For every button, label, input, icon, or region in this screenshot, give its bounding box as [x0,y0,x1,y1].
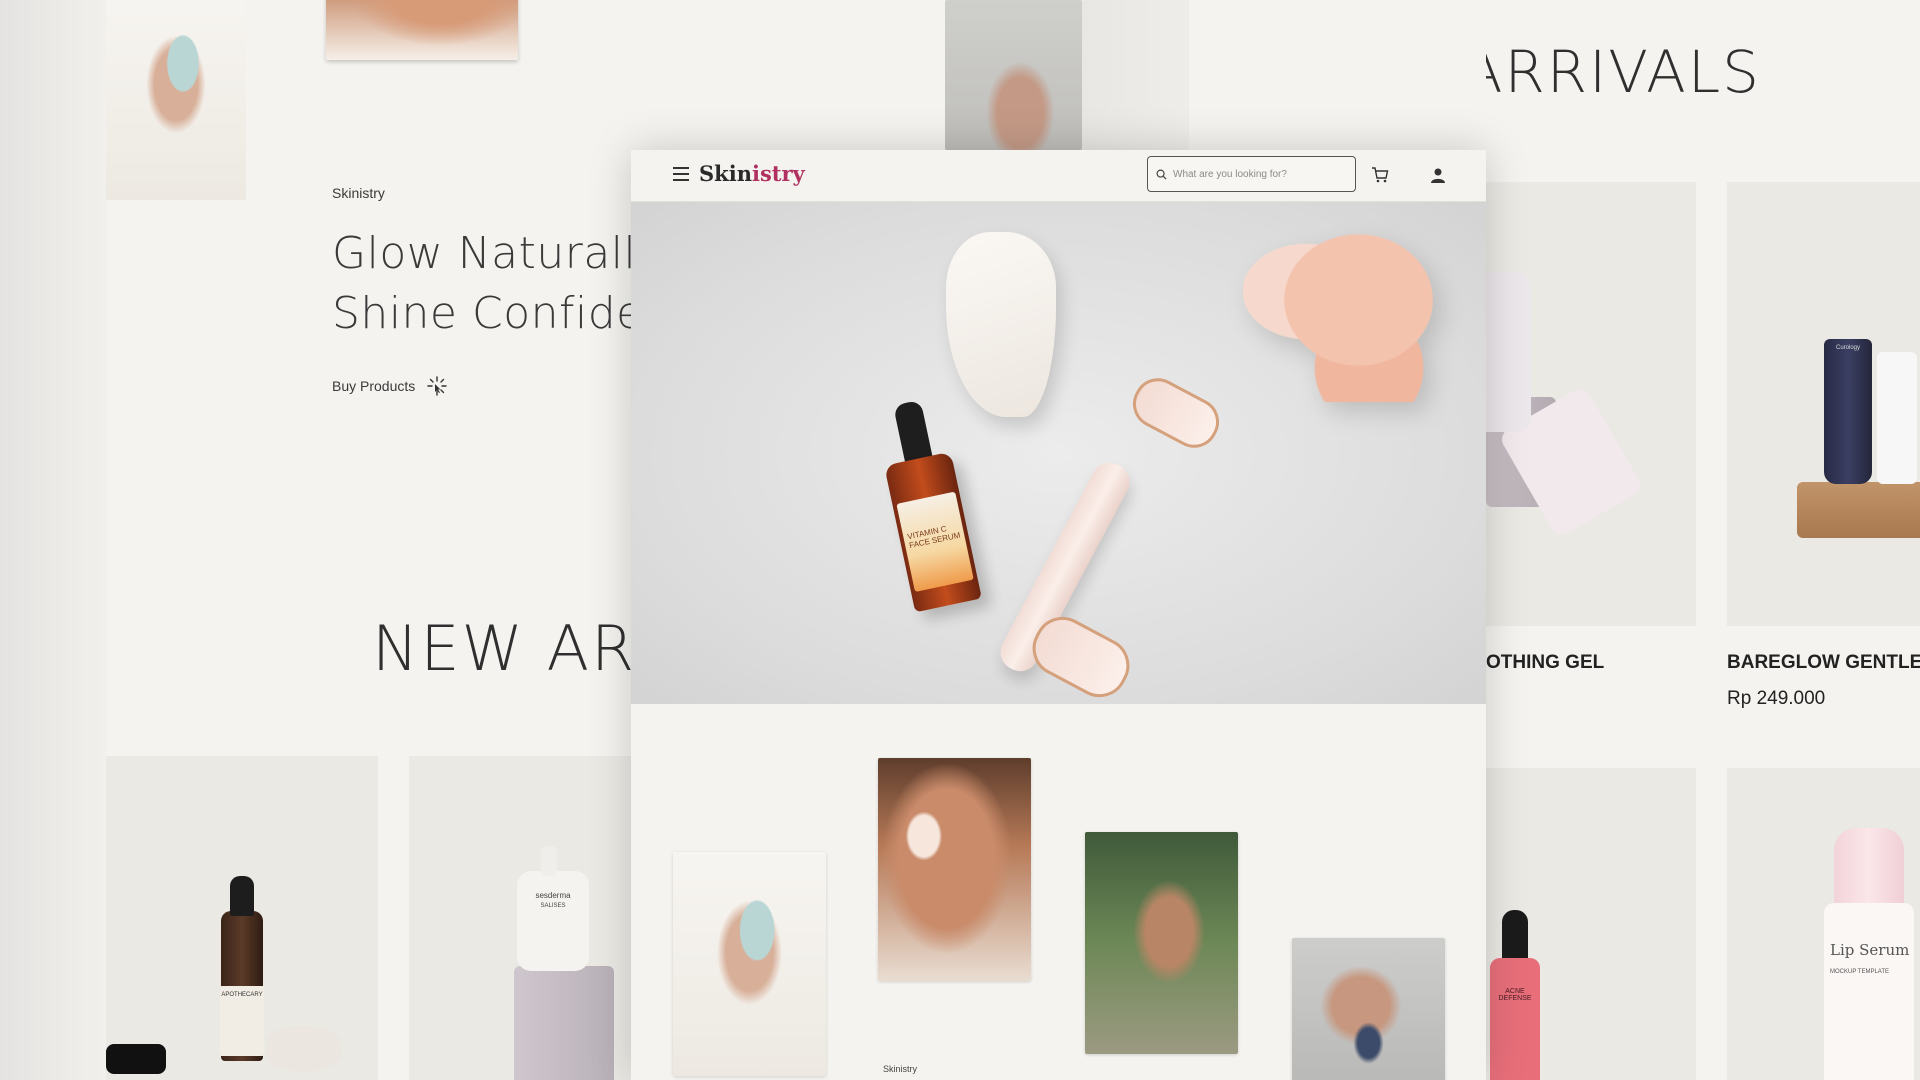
photo-hand-ring [945,0,1082,150]
product-price-bareglow: Rp 249.000 [1727,688,1826,709]
hero-headline-line-1: Glow Naturall [332,228,631,279]
product-box [514,966,614,1080]
product-pump-bottle: sesderma SALISES [517,871,589,971]
product-pump-bottle [1486,272,1531,432]
apothecary-label: APOTHECARY [221,992,263,998]
section-title-new-arrivals-top: NEW ARRIVALS [1486,38,1761,106]
gallery-image-dropper [1292,938,1445,1080]
product-name-bareglow: BAREGLOW GENTLE [1727,652,1920,673]
menu-icon[interactable] [673,167,689,181]
crystal-stone [266,1026,341,1071]
buy-products-label: Buy Products [332,378,416,394]
search-icon [1156,169,1167,180]
serum-bottle-cap [893,399,933,465]
product-tube-white [1877,352,1917,484]
hero-headline-line-2: Shine Confide [332,288,631,339]
buy-products-link[interactable]: Buy Products [332,376,447,396]
product-tile-sesderma[interactable]: sesderma SALISES [409,756,631,1080]
logo[interactable]: Skinistry [699,161,805,186]
product-pump [541,846,557,876]
sesderma-label: sesderma [535,891,571,900]
product-bottle: ACNE DEFENSE [1490,958,1540,1080]
user-icon[interactable] [1429,166,1447,184]
photo-jar-hands [106,0,246,200]
gallery-image-jar [673,852,826,1076]
product-bottle: Lip Serum MOCKUP TEMPLATE [1824,903,1914,1080]
product-tile-apothecary[interactable]: APOTHECARY [106,756,378,1080]
product-bottle-cap [1502,910,1528,960]
product-bottle-cap [230,876,254,916]
logo-accent: istry [751,161,805,186]
cart-icon[interactable] [1371,166,1389,184]
gallery-image-face [878,758,1031,981]
product-tube-dark: Curology [1824,339,1872,484]
acne-defense-label: ACNE DEFENSE [1498,988,1532,1002]
serum-label-text: VITAMIN C FACE SERUM [906,524,962,551]
lip-serum-label: Lip Serum [1830,941,1910,959]
product-tile-acne-defense[interactable]: ACNE DEFENSE [1486,768,1696,1080]
search-input[interactable] [1173,168,1353,180]
navbar: Skinistry [631,150,1486,202]
gallery-caption: Skinistry [883,1064,918,1074]
gua-sha-stone [946,232,1056,417]
brand-label: Skinistry [332,185,385,201]
canvas-gutter [0,0,106,1080]
product-label: APOTHECARY [220,986,264,1056]
serum-label: VITAMIN C FACE SERUM [896,491,974,593]
left-mockup: Skinistry Glow Naturall Shine Confide Bu… [106,0,631,1080]
lip-serum-sub-label: MOCKUP TEMPLATE [1830,969,1890,975]
logo-main: Skin [699,161,752,186]
search-bar[interactable] [1147,156,1356,192]
dropper-pipette [106,1044,166,1074]
photo-skin-product [326,0,518,60]
section-title-new-arrivals-left: NEW ARR [372,612,631,685]
sparkle-icon [427,376,447,396]
product-name-soothing-gel: OTHING GEL [1486,652,1605,673]
sesderma-sub-label: SALISES [540,903,566,909]
gallery-image-lotion-hand [1085,832,1238,1054]
product-tile-bareglow[interactable]: Curology [1727,182,1920,626]
serum-bottle: VITAMIN C FACE SERUM [884,451,982,613]
product-box [1797,482,1920,538]
product-tile-lip-serum[interactable]: Lip Serum MOCKUP TEMPLATE [1727,768,1920,1080]
website-preview-window: Skinistry VITAMIN C FACE SERUM Skinistry [631,150,1486,1080]
right-mockup: NEW ARRIVALS OTHING GEL Curology BAREGLO… [1486,0,1920,1080]
hero-banner-image: VITAMIN C FACE SERUM [631,202,1486,704]
product-bottle-cap [1834,828,1904,908]
curology-label: Curology [1835,345,1860,351]
product-tile-soothing-gel[interactable] [1486,182,1696,626]
jade-roller-top [1124,369,1228,457]
rose-quartz-crystals [1243,232,1453,402]
